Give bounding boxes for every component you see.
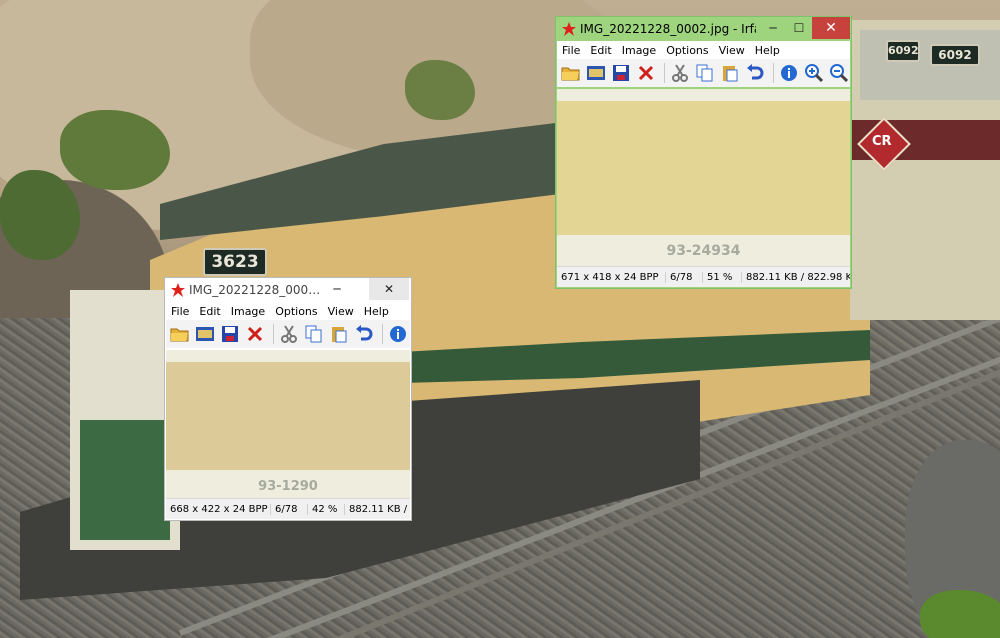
menu-options[interactable]: Options (270, 305, 322, 318)
minimize-button[interactable]: ─ (760, 17, 786, 39)
toolbar-separator (664, 63, 665, 83)
irfanview-app-icon (171, 283, 185, 297)
window-title: IMG_20221228_0002.jpg - IrfanView (580, 22, 756, 36)
delete-icon[interactable] (635, 62, 657, 84)
menu-view[interactable]: View (714, 44, 750, 57)
menu-image[interactable]: Image (617, 44, 661, 57)
undo-icon[interactable] (744, 62, 766, 84)
title-bar[interactable]: IMG_20221228_0002.jpg - IrfanView ─ ✕ (165, 278, 411, 302)
color-swatch-image (166, 362, 410, 470)
window-title: IMG_20221228_0002.jpg - IrfanView (189, 283, 321, 297)
swatch-label: 93-24934 (666, 243, 741, 259)
save-icon[interactable] (610, 62, 632, 84)
status-bar: 668 x 422 x 24 BPP 6/78 42 % 882.11 KB /… (166, 498, 410, 519)
save-icon[interactable] (219, 323, 241, 345)
locomotive-number-plate: 3623 (203, 248, 267, 276)
menu-help[interactable]: Help (359, 305, 394, 318)
locomotive-cab-green (80, 420, 170, 540)
status-bar: 671 x 418 x 24 BPP 6/78 51 % 882.11 KB /… (557, 266, 850, 287)
irfanview-app-icon (562, 22, 576, 36)
status-index: 6/78 (666, 271, 703, 283)
menu-options[interactable]: Options (661, 44, 713, 57)
status-zoom: 51 % (703, 271, 742, 283)
status-filesize: 882.11 KB / 822.98 KB (349, 503, 410, 515)
zoom-out-icon[interactable] (828, 62, 850, 84)
toolbar-separator (273, 324, 274, 344)
status-index: 6/78 (271, 503, 308, 515)
toolbar-separator (382, 324, 383, 344)
toolbar-separator (773, 63, 774, 83)
menu-image[interactable]: Image (226, 305, 270, 318)
menu-edit[interactable]: Edit (194, 305, 225, 318)
cr-logo-text: CR (872, 134, 892, 149)
close-button[interactable]: ✕ (812, 17, 850, 39)
open-folder-icon[interactable] (560, 62, 582, 84)
menu-file[interactable]: File (557, 44, 585, 57)
minimize-button[interactable]: ─ (323, 278, 351, 300)
open-folder-icon[interactable] (169, 323, 191, 345)
undo-icon[interactable] (353, 323, 375, 345)
slideshow-icon[interactable] (585, 62, 607, 84)
foliage (920, 590, 1000, 638)
status-dimensions: 671 x 418 x 24 BPP (557, 271, 666, 283)
delete-icon[interactable] (244, 323, 266, 345)
locomotive-number-plate: 6092 (886, 40, 920, 62)
status-filesize: 882.11 KB / 822.98 KB (742, 272, 850, 283)
toolbar (166, 320, 410, 348)
maximize-button[interactable]: ☐ (786, 17, 812, 39)
zoom-in-icon[interactable] (803, 62, 825, 84)
cut-icon[interactable] (278, 323, 300, 345)
paste-icon[interactable] (328, 323, 350, 345)
cut-icon[interactable] (669, 62, 691, 84)
status-dimensions: 668 x 422 x 24 BPP (166, 503, 271, 515)
irfanview-window-back[interactable]: IMG_20221228_0002.jpg - IrfanView ─ ✕ Fi… (164, 277, 412, 521)
irfanview-window-front[interactable]: IMG_20221228_0002.jpg - IrfanView ─ ☐ ✕ … (555, 16, 852, 289)
menu-file[interactable]: File (166, 305, 194, 318)
slideshow-icon[interactable] (194, 323, 216, 345)
paste-icon[interactable] (719, 62, 741, 84)
menu-edit[interactable]: Edit (585, 44, 616, 57)
menu-bar: File Edit Image Options View Help (166, 302, 410, 320)
status-zoom: 42 % (308, 503, 345, 515)
menu-bar: File Edit Image Options View Help (557, 41, 850, 59)
copy-icon[interactable] (694, 62, 716, 84)
copy-icon[interactable] (303, 323, 325, 345)
menu-view[interactable]: View (323, 305, 359, 318)
close-button[interactable]: ✕ (369, 278, 409, 300)
image-viewport[interactable]: 93-24934 (557, 89, 850, 267)
menu-help[interactable]: Help (750, 44, 785, 57)
info-icon[interactable] (387, 323, 409, 345)
swatch-label: 93-1290 (258, 479, 318, 494)
info-icon[interactable] (778, 62, 800, 84)
image-viewport[interactable]: 93-1290 (166, 350, 410, 500)
toolbar (557, 59, 850, 87)
title-bar[interactable]: IMG_20221228_0002.jpg - IrfanView ─ ☐ ✕ (556, 17, 851, 41)
locomotive-number-plate: 6092 (930, 44, 980, 66)
color-swatch-image (557, 101, 850, 235)
